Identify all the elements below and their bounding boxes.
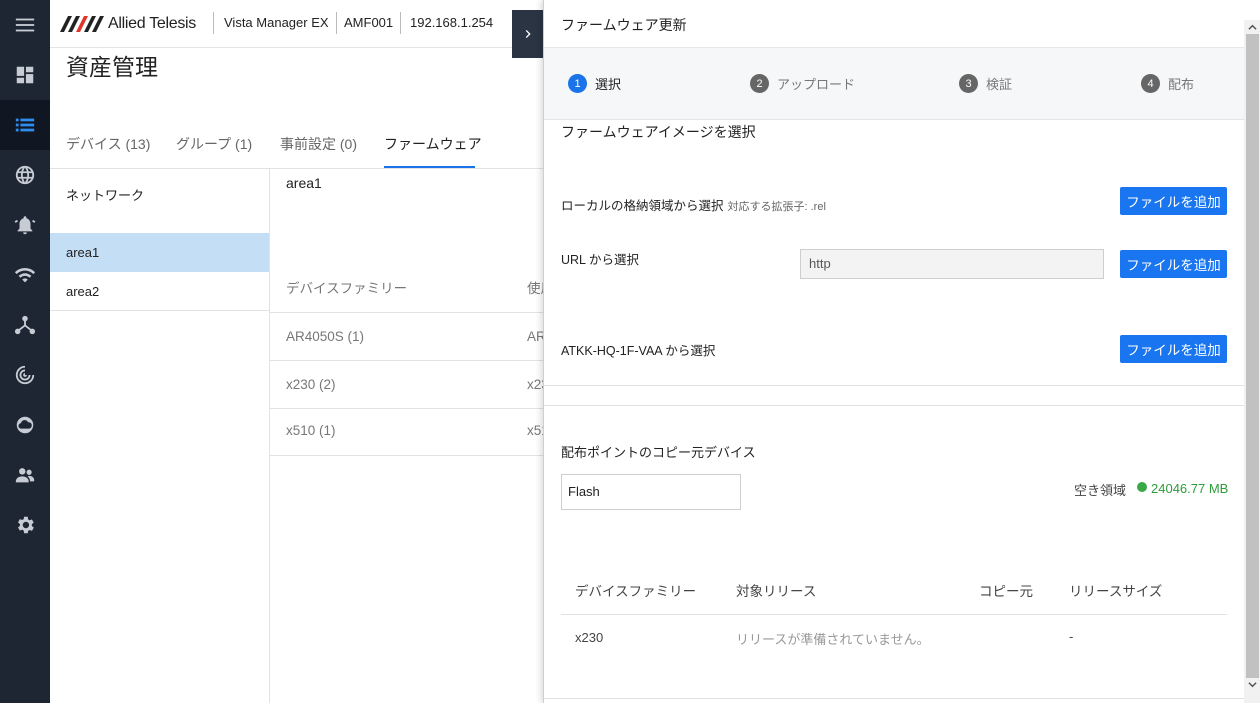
tree-item-area1[interactable]: area1 — [50, 233, 269, 272]
network-tree: ネットワーク area1 area2 — [50, 169, 270, 703]
area-title: area1 — [286, 175, 322, 191]
step-verify: 3 検証 — [959, 74, 1012, 93]
family-cell: x230 (2) — [286, 377, 336, 392]
column-header-family: デバイスファミリー — [575, 584, 697, 599]
device-name: AMF001 — [344, 15, 394, 30]
step-distribute: 4 配布 — [1141, 74, 1194, 93]
free-space-value: 24046.77 MB — [1151, 481, 1229, 496]
url-input[interactable]: http — [800, 249, 1104, 279]
section-title: ファームウェアイメージを選択 — [561, 124, 756, 140]
storage-select[interactable]: Flash — [561, 474, 741, 510]
header-separator — [336, 12, 337, 34]
dashboard-icon[interactable] — [0, 50, 50, 100]
brand-logo: Allied Telesis — [60, 15, 196, 33]
add-url-file-button[interactable]: ファイルを追加 — [1120, 250, 1227, 278]
column-header-family: デバイスファミリー — [286, 281, 408, 296]
step-number: 2 — [750, 74, 769, 93]
wifi-icon[interactable] — [0, 250, 50, 300]
column-header-release: 対象リリース — [736, 584, 817, 599]
scrollbar-thumb[interactable] — [1246, 34, 1259, 678]
settings-icon[interactable] — [0, 500, 50, 550]
cloud-icon[interactable] — [0, 400, 50, 450]
divider — [544, 405, 1244, 406]
step-label: アップロード — [777, 77, 856, 92]
local-storage-label: ローカルの格納領域から選択 対応する拡張子: .rel — [561, 195, 826, 214]
tab-presets[interactable]: 事前設定 (0) — [280, 134, 357, 154]
family-cell: x510 (1) — [286, 423, 336, 438]
column-header-size: リリースサイズ — [1069, 584, 1163, 599]
step-number: 4 — [1141, 74, 1160, 93]
usage-cell: AR — [527, 329, 544, 344]
tab-firmware[interactable]: ファームウェア — [384, 134, 482, 154]
family-cell: AR4050S (1) — [286, 329, 365, 344]
header-separator — [400, 12, 401, 34]
globe-icon[interactable] — [0, 150, 50, 200]
add-local-file-button[interactable]: ファイルを追加 — [1120, 187, 1227, 215]
collapse-panel-button[interactable] — [512, 10, 544, 58]
alarm-bell-icon[interactable] — [0, 200, 50, 250]
free-space-label: 空き領域 — [1074, 483, 1127, 498]
divider — [544, 385, 1244, 386]
wizard-stepper: 1 選択 2 アップロード 3 検証 4 配布 — [544, 48, 1244, 120]
tree-item-area2[interactable]: area2 — [50, 272, 269, 311]
chevron-right-icon — [525, 30, 531, 38]
top-header: Allied Telesis Vista Manager EX AMF001 1… — [50, 0, 544, 48]
step-number: 1 — [568, 74, 587, 93]
device-source-label: ATKK-HQ-1F-VAA から選択 — [561, 344, 716, 358]
device-family-panel: area1 デバイスファミリー 使用 AR4050S (1) AR x230 (… — [270, 169, 544, 703]
table-row: x230 リリースが準備されていません。 - — [561, 615, 1227, 661]
step-label: 検証 — [986, 77, 1013, 92]
add-device-file-button[interactable]: ファイルを追加 — [1120, 335, 1227, 363]
menu-icon[interactable] — [0, 0, 50, 50]
device-ip: 192.168.1.254 — [410, 15, 494, 30]
family-cell: x230 — [575, 630, 604, 645]
active-tab-indicator — [384, 166, 475, 168]
panel-scrollbar[interactable] — [1244, 20, 1260, 703]
firmware-update-panel: ファームウェア更新 1 選択 2 アップロード 3 検証 4 配布 ファームウェ… — [543, 0, 1260, 703]
step-number: 3 — [959, 74, 978, 93]
table-row[interactable]: AR4050S (1) AR — [270, 314, 544, 361]
tree-heading: ネットワーク — [66, 188, 145, 203]
asset-list-icon[interactable] — [0, 100, 50, 150]
users-icon[interactable] — [0, 450, 50, 500]
local-storage-text: ローカルの格納領域から選択 — [561, 199, 724, 213]
divider — [544, 698, 1244, 699]
allied-telesis-logo-icon — [60, 16, 104, 32]
header-separator — [213, 12, 214, 34]
brand-name: Allied Telesis — [108, 15, 196, 32]
column-header-source: コピー元 — [979, 584, 1033, 599]
usage-cell: x23 — [527, 377, 544, 392]
table-row[interactable]: x230 (2) x23 — [270, 362, 544, 409]
radar-icon[interactable] — [0, 350, 50, 400]
step-label: 選択 — [595, 77, 622, 92]
topology-icon[interactable] — [0, 300, 50, 350]
tab-groups[interactable]: グループ (1) — [176, 134, 252, 154]
table-row[interactable]: x510 (1) x51 — [270, 409, 544, 456]
size-cell: - — [1069, 629, 1074, 644]
release-cell: リリースが準備されていません。 — [736, 632, 930, 647]
side-nav — [0, 0, 50, 703]
step-label: 配布 — [1168, 77, 1195, 92]
step-upload: 2 アップロード — [750, 74, 855, 93]
release-table-header: デバイスファミリー 対象リリース コピー元 リリースサイズ — [561, 566, 1227, 615]
scroll-down-icon[interactable] — [1248, 680, 1257, 689]
column-header-usage: 使用 — [527, 281, 544, 296]
page-title: 資産管理 — [66, 54, 158, 80]
asset-tabs: デバイス (13) グループ (1) 事前設定 (0) ファームウェア — [50, 120, 544, 169]
usage-cell: x51 — [527, 423, 544, 438]
extension-hint: 対応する拡張子: .rel — [727, 201, 826, 213]
product-name: Vista Manager EX — [224, 15, 329, 30]
step-select: 1 選択 — [568, 74, 621, 93]
tab-devices[interactable]: デバイス (13) — [66, 134, 150, 154]
status-dot-icon — [1137, 482, 1147, 492]
url-label: URL から選択 — [561, 253, 640, 267]
panel-title: ファームウェア更新 — [561, 17, 687, 33]
table-header: デバイスファミリー 使用 — [270, 265, 544, 313]
scroll-up-icon[interactable] — [1248, 23, 1257, 32]
distribution-source-label: 配布ポイントのコピー元デバイス — [561, 445, 756, 460]
